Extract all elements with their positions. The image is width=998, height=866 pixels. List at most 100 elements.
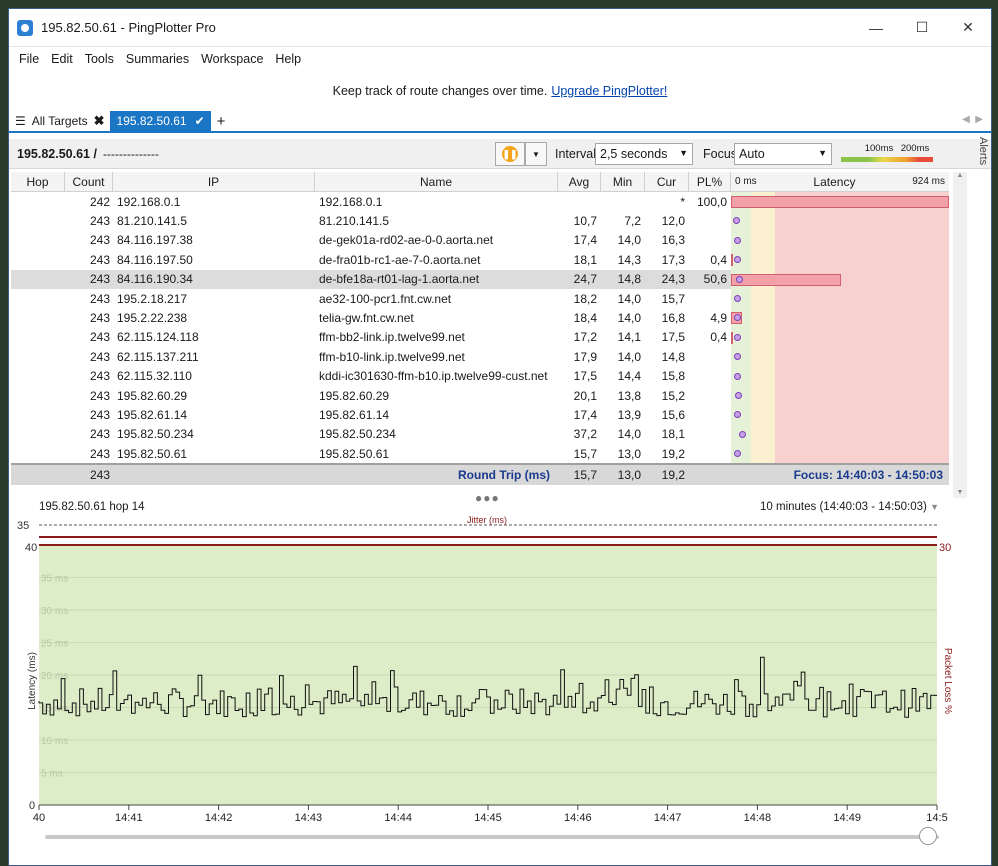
min-cell: 7,2 [624,214,641,229]
target-address: 195.82.50.61 / [17,146,97,161]
menu-workspace[interactable]: Workspace [195,52,269,66]
window-title: 195.82.50.61 - PingPlotter Pro [41,20,216,35]
interval-select[interactable]: 2,5 seconds ▼ [595,143,693,165]
close-button[interactable]: ✕ [945,9,991,47]
count-cell: 243 [89,311,110,326]
alerts-label: Alerts [977,137,989,166]
latency-graph[interactable]: 35 Jitter (ms) 35 ms 30 ms 25 ms 20 ms 15 ms 10… [9,515,971,831]
table-row[interactable]: 13243195.82.50.234195.82.50.23437,214,01… [11,424,949,445]
name-cell: 195.82.50.234 [319,427,396,442]
maximize-button[interactable]: ☐ [899,9,945,47]
min-cell: 14,0 [617,311,641,326]
minimize-button[interactable]: — [853,9,899,47]
tab-all-targets[interactable]: ☰ All Targets ✖ [9,111,110,131]
col-ip[interactable]: IP [113,172,315,191]
table-row[interactable]: 12243195.82.61.14195.82.61.1417,413,915,… [11,405,949,425]
tab-scroll-arrows-icon[interactable]: ◀ ▶ [962,114,983,125]
packet-loss-bar [731,273,842,286]
table-row[interactable]: 7243195.2.22.238telia-gw.fnt.cw.net18,41… [11,308,949,328]
col-latency[interactable]: 0 ms Latency 924 ms [731,172,949,191]
summary-avg: 15,7 [573,468,597,483]
grid-scrollbar[interactable]: ▲ ▼ [953,172,967,498]
target-toolbar: 195.82.50.61 / -------------- ❚❚ ▼ Inter… [9,139,991,169]
table-row[interactable]: 6243195.2.18.217ae32-100-pcr1.fnt.cw.net… [11,288,949,309]
latency-marker [734,236,742,244]
scale-low-label: 100ms [864,143,894,154]
latency-max-label: 924 ms [912,176,945,187]
scroll-down-icon[interactable]: ▼ [953,489,967,496]
x-tick-label: 14:44 [384,812,412,824]
latency-cell [731,250,949,270]
pingplotter-logo-icon [17,19,33,36]
menu-summaries[interactable]: Summaries [120,52,195,66]
col-name[interactable]: Name [315,172,558,191]
ip-cell: 195.82.50.234 [117,427,194,442]
latency-header-label: Latency [813,174,856,189]
ip-cell: 84.116.197.50 [117,252,193,267]
table-row[interactable]: 424384.116.197.50de-fra01b-rc1-ae-7-0.ao… [11,250,949,270]
col-count[interactable]: Count [65,172,113,191]
time-slider-track[interactable] [45,835,939,839]
latency-cell [731,230,949,251]
latency-cell [731,405,949,425]
table-row[interactable]: 242 192.168.0.1 192.168.0.1 * 100,0 [11,192,949,212]
alerts-panel-toggle[interactable]: Alerts [975,137,991,175]
x-tick-label: 40 [33,812,45,824]
avg-cell: 18,4 [573,311,597,326]
name-cell: 81.210.141.5 [319,214,390,229]
latency-cell [731,327,949,348]
summary-count: 243 [89,468,110,483]
col-cur[interactable]: Cur [645,172,689,191]
y2-axis-max: 30 [939,542,951,554]
latency-cell [731,308,949,328]
latency-cell [731,366,949,386]
table-row[interactable]: 524384.116.190.34de-bfe18a-rt01-lag-1.ao… [11,269,949,289]
count-cell: 243 [89,233,110,248]
avg-cell: 17,4 [573,233,597,248]
ip-cell: 192.168.0.1 [117,194,181,209]
pause-dropdown-button[interactable]: ▼ [525,142,547,166]
packet-loss-bar [731,331,733,344]
ip-cell: 195.2.18.217 [117,291,188,306]
menu-bar: File Edit Tools Summaries Workspace Help [9,47,991,71]
cur-cell: 15,8 [661,369,685,384]
col-pl[interactable]: PL% [689,172,731,191]
ip-cell: 62.115.32.110 [117,369,192,384]
graph-range[interactable]: 10 minutes (14:40:03 - 14:50:03) ▼ [760,501,939,513]
table-row[interactable]: 11243195.82.60.29195.82.60.2920,113,815,… [11,385,949,406]
col-hop[interactable]: Hop [11,172,65,191]
time-slider-thumb[interactable] [919,827,937,845]
x-tick-label: 14:45 [474,812,502,824]
upgrade-link[interactable]: Upgrade PingPlotter! [551,84,667,98]
avg-cell: 37,2 [573,427,597,442]
menu-help[interactable]: Help [269,52,307,66]
name-cell: ffm-b10-link.ip.twelve99.net [319,349,465,364]
table-row[interactable]: 14░243195.82.50.61195.82.50.6115,713,019… [11,444,949,464]
scale-high-label: 200ms [900,143,930,154]
menu-edit[interactable]: Edit [45,52,79,66]
pause-button[interactable]: ❚❚ [495,142,525,166]
table-row[interactable]: 224381.210.141.581.210.141.510,77,212,0 [11,211,949,231]
col-avg[interactable]: Avg [558,172,601,191]
tab-target[interactable]: 195.82.50.61 ✔ [110,111,211,131]
avg-cell: 15,7 [573,446,597,461]
cur-cell: 15,7 [661,291,685,306]
latency-scale: 100ms 200ms [841,143,933,165]
count-cell: 243 [89,407,110,422]
table-row[interactable]: 1024362.115.32.110kddi-ic301630-ffm-b10.… [11,366,949,386]
latency-marker [732,217,740,225]
table-row[interactable]: 824362.115.124.118ffm-bb2-link.ip.twelve… [11,327,949,348]
summary-row: 243 Round Trip (ms) 15,7 13,0 19,2 Focus… [11,463,949,486]
name-cell: de-bfe18a-rt01-lag-1.aorta.net [319,272,480,287]
scroll-up-icon[interactable]: ▲ [953,172,967,179]
cur-cell: 17,5 [661,330,685,345]
add-tab-button[interactable]: + [211,111,232,131]
latency-marker [733,450,741,458]
focus-select[interactable]: Auto ▼ [734,143,832,165]
table-row[interactable]: 924362.115.137.211ffm-b10-link.ip.twelve… [11,347,949,367]
table-row[interactable]: 324384.116.197.38de-gek01a-rd02-ae-0-0.a… [11,230,949,251]
menu-tools[interactable]: Tools [79,52,120,66]
close-tab-icon[interactable]: ✖ [94,113,105,129]
col-min[interactable]: Min [601,172,645,191]
menu-file[interactable]: File [13,52,45,66]
